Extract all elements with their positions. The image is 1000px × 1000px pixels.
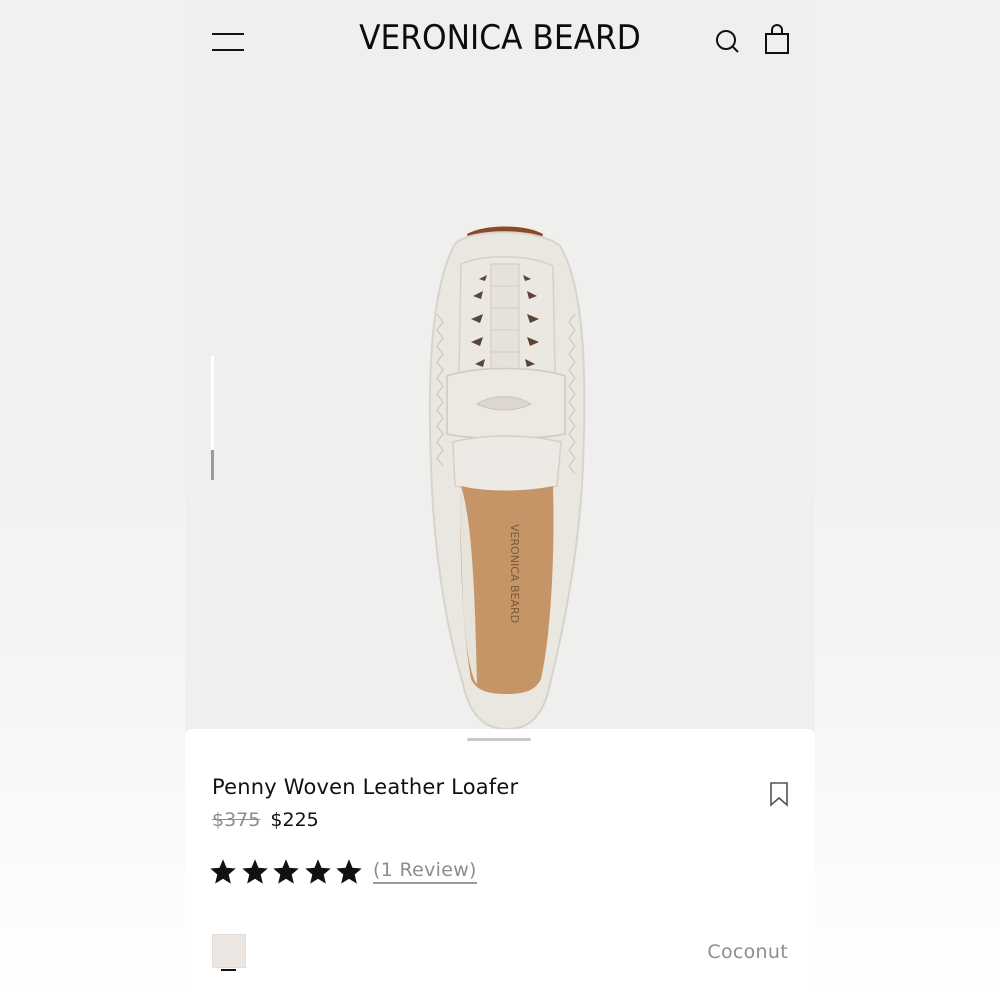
loafer-product-image: VERONICA BEARD (428, 226, 586, 731)
sale-price: $225 (270, 809, 319, 831)
cart-button[interactable] (761, 24, 793, 58)
bookmark-icon (770, 782, 788, 807)
original-price: $375 (212, 809, 261, 831)
product-info-sheet: Penny Woven Leather Loafer $375 $225 (1 … (185, 729, 815, 1000)
rating-stars (210, 857, 368, 887)
site-header: VERONICA BEARD (185, 0, 815, 84)
star-icon (210, 859, 236, 884)
star-icon (336, 859, 362, 884)
selected-color-name: Coconut (707, 941, 788, 963)
reviews-link[interactable]: (1 Review) (373, 859, 477, 884)
search-button[interactable] (713, 27, 743, 57)
shopping-bag-icon (765, 24, 789, 54)
star-icon (241, 859, 268, 884)
price-row: $375 $225 (212, 809, 319, 831)
color-swatch-coconut[interactable] (212, 934, 246, 968)
save-to-wishlist-button[interactable] (768, 781, 790, 807)
product-title: Penny Woven Leather Loafer (212, 775, 519, 799)
page-background: VERONICA BEARD VERONICA BEARD Penny Wove… (0, 0, 1000, 1000)
product-image-gallery[interactable]: VERONICA BEARD (185, 84, 815, 731)
star-icon (304, 859, 331, 884)
selected-swatch-indicator (221, 969, 236, 971)
insole-brand-text: VERONICA BEARD (508, 524, 521, 623)
brand-logo[interactable]: VERONICA BEARD (210, 18, 790, 58)
mobile-viewport: VERONICA BEARD VERONICA BEARD Penny Wove… (185, 0, 815, 1000)
star-icon (273, 859, 299, 884)
sheet-drag-handle[interactable] (467, 738, 531, 741)
search-icon (716, 30, 739, 53)
gallery-scroll-thumb[interactable] (211, 450, 214, 480)
